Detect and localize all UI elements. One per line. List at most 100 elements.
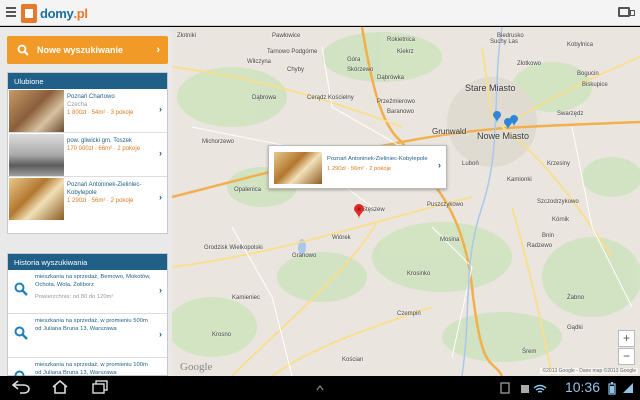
map-label: Luboń xyxy=(462,161,479,167)
favorites-header: Ulubione xyxy=(8,73,167,89)
map-label: Cerądz Kościelny xyxy=(307,95,354,101)
favorite-item[interactable]: pow. gliwicki gm. Toszek 170 000zł · 66m… xyxy=(8,133,167,177)
blue-marker-icon[interactable] xyxy=(493,111,501,123)
map-label: Baranowo xyxy=(387,109,415,115)
new-search-label: Nowe wyszukiwanie xyxy=(37,45,124,55)
map-label: Złotkowo xyxy=(517,61,542,67)
system-navigation-bar: 10:36 xyxy=(0,376,640,400)
history-item[interactable]: mieszkania na sprzedaż, Bemowo, Mokotów,… xyxy=(8,270,167,314)
listing-street: Czecha xyxy=(67,102,88,108)
map-label: Kobylnica xyxy=(567,42,594,48)
history-item[interactable]: mieszkania na sprzedaż, w promieniu 500m… xyxy=(8,314,167,358)
map-listing-popup[interactable]: Poznań Antoninek-Zieliniec-Kobylepole 1 … xyxy=(268,145,447,189)
chevron-right-icon: › xyxy=(159,192,162,202)
window-icon[interactable] xyxy=(618,7,635,17)
map-label: Granowo xyxy=(292,253,317,259)
action-bar: domy.pl xyxy=(0,0,640,26)
red-marker-icon[interactable] xyxy=(354,204,364,219)
map-label: Michorzewo xyxy=(202,139,235,145)
chevron-up-icon[interactable] xyxy=(316,385,324,391)
map-view[interactable]: Złotniki Pawłowice Biedrusko Tarnowo Pod… xyxy=(172,27,640,376)
listing-photo xyxy=(274,152,322,184)
history-query: mieszkania na sprzedaż, w promieniu 100m… xyxy=(35,362,148,376)
map-label: Puszczykowo xyxy=(427,202,464,208)
popup-listing-price: 1 290zł · 56m² · 2 pokoje xyxy=(327,166,392,172)
blue-marker-icon[interactable] xyxy=(510,115,518,127)
history-section: Historia wyszukiwania mieszkania na sprz… xyxy=(7,253,168,376)
map-label: Grodzisk Wielkopolski xyxy=(204,245,263,251)
battery-icon xyxy=(608,382,616,395)
favorite-item[interactable]: Poznań Chartowo Czecha 1 800zł · 54m² · … xyxy=(8,89,167,133)
storage-icon xyxy=(521,385,529,393)
history-query: mieszkania na sprzedaż, w promieniu 500m… xyxy=(35,318,148,332)
map-label: Czempiń xyxy=(397,311,421,317)
menu-icon[interactable] xyxy=(6,7,16,17)
map-label: Kiekrz xyxy=(397,49,414,55)
listing-name: Poznań Antoninek-Zieliniec-Kobylepole xyxy=(67,182,142,196)
map-label: Kamieniec xyxy=(232,295,261,301)
listing-name: Poznań Chartowo xyxy=(67,94,115,100)
search-icon xyxy=(17,44,29,56)
listing-price: 1 290zł · 56m² · 2 pokoje xyxy=(67,198,134,204)
signal-icon xyxy=(623,383,633,393)
map-label: Dąbrowa xyxy=(252,95,277,101)
search-icon xyxy=(14,282,28,296)
map-label: Dąbrówka xyxy=(377,75,405,81)
zoom-in-button[interactable]: + xyxy=(618,330,635,347)
map-label: Żabno xyxy=(567,295,585,301)
favorite-item[interactable]: Poznań Antoninek-Zieliniec-Kobylepole 1 … xyxy=(8,177,167,221)
search-icon xyxy=(14,326,28,340)
map-label: Stęszew xyxy=(362,207,385,213)
map-label: Opalenica xyxy=(234,187,262,193)
map-label: Nowe Miasto xyxy=(477,131,530,141)
left-panel: Nowe wyszukiwanie › Ulubione Poznań Char… xyxy=(0,27,172,376)
map-label: Kórnik xyxy=(552,217,570,223)
listing-price: 1 800zł · 54m² · 3 pokoje xyxy=(67,110,134,116)
map-label: Kamionki xyxy=(507,177,532,183)
recent-apps-icon[interactable] xyxy=(92,380,108,394)
chevron-right-icon: › xyxy=(159,329,162,339)
map-label: Bnin xyxy=(542,233,555,239)
map-copyright: ©2013 Google - Dane map ©2013 Google xyxy=(540,368,638,374)
listing-photo xyxy=(9,90,64,132)
back-icon[interactable] xyxy=(12,380,30,394)
popup-listing-name: Poznań Antoninek-Zieliniec-Kobylepole xyxy=(327,156,428,162)
map-label: Przeźmierowo xyxy=(377,99,416,105)
map-label: Mosina xyxy=(440,237,460,243)
map-label: Swarzędz xyxy=(557,111,584,117)
listing-price: 170 000zł · 66m² · 2 pokoje xyxy=(67,146,141,152)
map-label: Wilczyna xyxy=(247,59,272,65)
new-search-button[interactable]: Nowe wyszukiwanie › xyxy=(7,36,168,64)
map-label: Złotniki xyxy=(177,33,197,39)
history-item[interactable]: mieszkania na sprzedaż, w promieniu 100m… xyxy=(8,358,167,376)
map-label: Wiórek xyxy=(332,235,351,241)
app-logo: domy.pl xyxy=(21,3,88,23)
screenshot-icon xyxy=(500,382,510,394)
map-label: Śrem xyxy=(522,349,537,355)
status-clock: 10:36 xyxy=(564,379,600,395)
chevron-right-icon: › xyxy=(159,285,162,295)
chevron-right-icon: › xyxy=(438,160,441,170)
map-label: Chyby xyxy=(287,67,305,73)
map-label: Szczodrzykowo xyxy=(537,199,579,205)
google-logo: Google xyxy=(180,361,213,373)
map-label: Skórzewo xyxy=(347,67,374,73)
home-icon[interactable] xyxy=(52,380,68,394)
map-label: Radzewo xyxy=(527,243,553,249)
map-label: Stare Miasto xyxy=(465,83,516,93)
map-label: Kościan xyxy=(342,357,364,363)
map-label: Biskupice xyxy=(582,82,608,88)
history-query: mieszkania na sprzedaż, Bemowo, Mokotów,… xyxy=(35,274,151,288)
listing-photo xyxy=(9,134,64,176)
map-label: Krzesiny xyxy=(547,161,571,167)
map-label: Grunwald xyxy=(432,127,467,136)
map-label: Pawłowice xyxy=(272,33,301,39)
map-label: Tarnowo Podgórne xyxy=(267,49,318,55)
chevron-right-icon: › xyxy=(159,104,162,114)
listing-photo xyxy=(9,178,64,220)
logo-text: domy.pl xyxy=(40,5,88,21)
history-filter: Powierzchnia: od 80 do 120m² xyxy=(35,294,114,300)
zoom-out-button[interactable]: − xyxy=(618,348,635,365)
map-label: Suchy Las xyxy=(490,39,519,45)
history-header: Historia wyszukiwania xyxy=(8,254,167,270)
